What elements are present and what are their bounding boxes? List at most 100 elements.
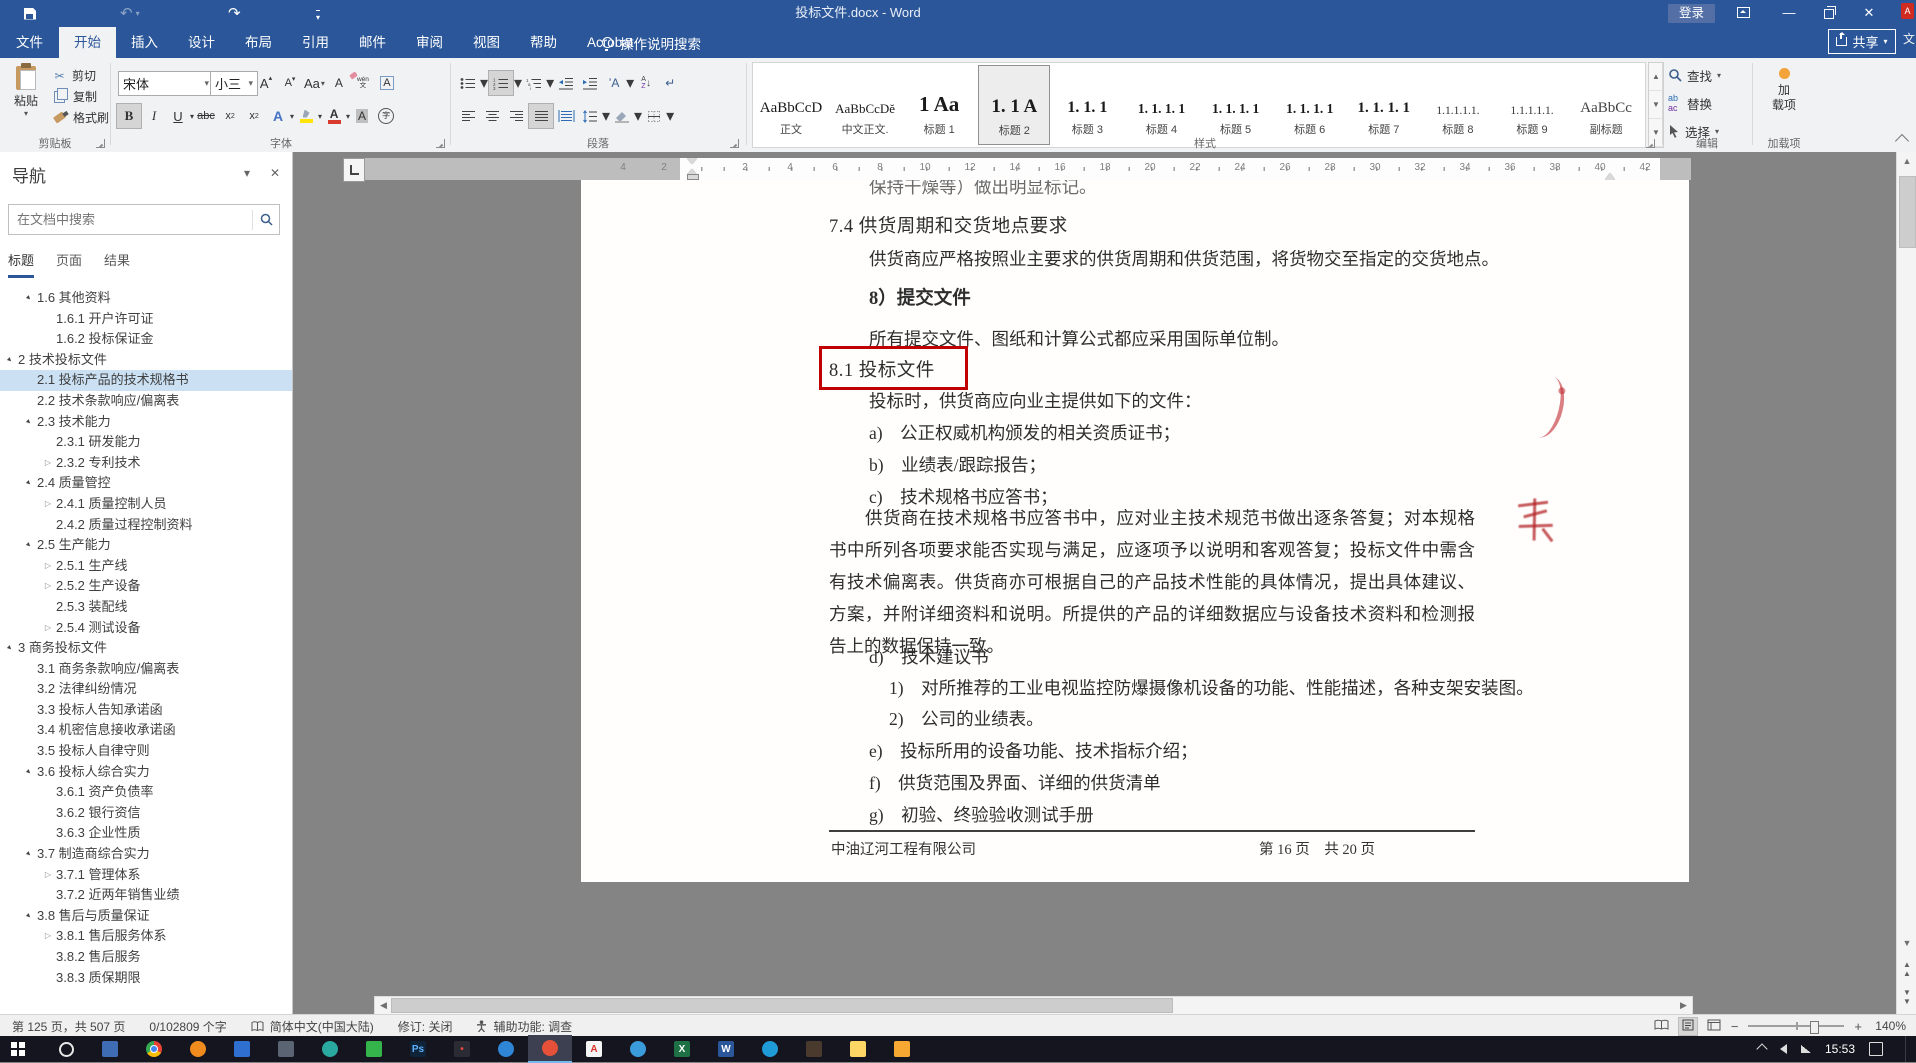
tell-me-search[interactable]: 操作说明搜索 [602,27,701,58]
nav-tab-页面[interactable]: 页面 [56,250,82,278]
style-item-副标题[interactable]: AaBbCc 副标题 [1571,65,1641,143]
ribbon-tab-文件[interactable]: 文件 [0,27,59,58]
nav-item[interactable]: ▾ 3.6 投标人综合实力 [0,762,292,783]
nav-item[interactable]: ▷ 3.8.1 售后服务体系 [0,926,292,947]
document-page[interactable]: 保持干燥等）做出明显标记。 7.4 供货周期和交货地点要求 供货商应严格按照业主要求… [581,180,1689,882]
nav-search-input[interactable] [9,212,252,227]
scroll-up-icon[interactable]: ▲ [1897,156,1916,166]
character-shading-button[interactable]: A [350,104,374,128]
nav-item[interactable]: ▾ 2.3 技术能力 [0,412,292,433]
styles-scroll-down-icon[interactable]: ▼ [1649,91,1663,119]
app-edge[interactable] [748,1036,792,1062]
style-item-标题 9[interactable]: 1.1.1.1.1. 标题 9 [1497,65,1567,143]
expand-arrow-icon[interactable]: ▷ [40,576,56,597]
start-button[interactable] [0,1036,44,1062]
restore-button[interactable] [1812,0,1846,26]
nav-item[interactable]: 1.6.1 开户许可证 [0,309,292,330]
bullets-button[interactable] [456,71,480,95]
accessibility-indicator[interactable]: 辅助功能: 调查 [464,1015,584,1037]
expand-arrow-icon[interactable]: ▷ [40,556,56,577]
font-dialog-launcher[interactable] [436,139,445,148]
superscript-button[interactable]: x2 [242,104,266,128]
nav-item[interactable]: 3.2 法律纠纷情况 [0,679,292,700]
expand-arrow-icon[interactable]: ▷ [40,453,56,474]
copy-button[interactable]: 复制 [52,86,109,107]
zoom-slider-thumb[interactable] [1810,1021,1820,1034]
nav-item[interactable]: 3.8.3 质保期限 [0,968,292,989]
app-wechat[interactable] [352,1036,396,1062]
vertical-scroll-thumb[interactable] [1899,176,1916,248]
expand-arrow-icon[interactable]: ▷ [40,618,56,639]
nav-item[interactable]: 3.1 商务条款响应/偏离表 [0,659,292,680]
ribbon-tab-设计[interactable]: 设计 [173,27,230,58]
distribute-text-button[interactable] [554,104,578,128]
page-indicator[interactable]: 第 125 页，共 507 页 [0,1015,137,1037]
scroll-down-icon[interactable]: ▼ [1897,938,1916,948]
nav-item[interactable]: ▾ 3.8 售后与质量保证 [0,906,292,927]
nav-close-icon[interactable]: ✕ [270,166,280,180]
ribbon-tab-开始[interactable]: 开始 [59,27,116,58]
shrink-font-button[interactable]: A ▾ [278,71,302,95]
paste-button[interactable]: 粘贴 ▾ [4,63,48,137]
nav-item[interactable]: ▷ 2.5.4 测试设备 [0,618,292,639]
expand-arrow-icon[interactable]: ▷ [40,494,56,515]
word-count[interactable]: 0/102809 个字 [137,1015,238,1037]
app-word[interactable]: W [704,1036,748,1062]
nav-item[interactable]: 3.7.2 近两年销售业绩 [0,885,292,906]
read-mode-button[interactable] [1654,1019,1669,1034]
app-pdf-reader[interactable]: A [572,1036,616,1062]
decrease-indent-button[interactable] [554,71,578,95]
app-folder-orange[interactable] [880,1036,924,1062]
sort-button[interactable]: A Z ↓ [634,71,658,95]
nav-item[interactable]: 3.6.2 银行资信 [0,803,292,824]
show-desktop-button[interactable] [1905,1036,1910,1062]
nav-search-box[interactable] [8,204,280,235]
zoom-out-button[interactable]: − [1731,1019,1739,1034]
app-gray-tool[interactable] [264,1036,308,1062]
nav-item[interactable]: ▾ 3 商务投标文件 [0,638,292,659]
change-case-button[interactable]: Aa ▾ [302,71,327,95]
nav-item[interactable]: 3.8.2 售后服务 [0,947,292,968]
justify-button[interactable] [528,103,554,129]
nav-item[interactable]: ▾ 2.4 质量管控 [0,473,292,494]
strikethrough-button[interactable]: abc [194,104,218,128]
ribbon-tab-插入[interactable]: 插入 [116,27,173,58]
align-left-button[interactable] [456,104,480,128]
taskbar-clock[interactable]: 15:53 [1825,1042,1855,1056]
style-item-标题 1[interactable]: 1 Aa 标题 1 [904,65,974,143]
web-layout-button[interactable] [1707,1019,1721,1034]
highlight-color-button[interactable] [294,104,318,128]
style-item-标题 4[interactable]: 1. 1. 1. 1 标题 4 [1127,65,1197,143]
nav-item[interactable]: ▾ 1.6 其他资料 [0,288,292,309]
nav-tab-结果[interactable]: 结果 [104,250,130,278]
enclose-characters-button[interactable]: 字 [374,104,398,128]
nav-item[interactable]: ▾ 2.5 生产能力 [0,535,292,556]
subscript-button[interactable]: x2 [218,104,242,128]
nav-item[interactable]: ▾ 2 技术投标文件 [0,350,292,371]
ribbon-tab-引用[interactable]: 引用 [287,27,344,58]
close-button[interactable]: ✕ [1852,0,1886,26]
nav-search-icon[interactable] [252,209,279,230]
character-border-button[interactable]: A [375,71,399,95]
collapse-ribbon-icon[interactable] [1894,133,1910,149]
scroll-right-icon[interactable]: ▶ [1675,1000,1692,1011]
volume-icon[interactable] [1779,1044,1787,1054]
nav-item[interactable]: 3.3 投标人告知承诺函 [0,700,292,721]
scroll-left-icon[interactable]: ◀ [375,1000,392,1011]
multilevel-list-button[interactable]: 1ai [522,71,546,95]
ribbon-tab-布局[interactable]: 布局 [230,27,287,58]
style-item-标题 5[interactable]: 1. 1. 1. 1 标题 5 [1201,65,1271,143]
text-effects-button[interactable]: A [266,104,290,128]
font-name-combobox[interactable]: 宋体 ▾ [118,71,214,96]
app-task-view[interactable] [88,1036,132,1062]
align-center-button[interactable] [480,104,504,128]
grow-font-button[interactable]: A ▴ [254,71,278,95]
ribbon-tab-审阅[interactable]: 审阅 [401,27,458,58]
right-indent-marker[interactable] [1605,173,1615,180]
font-size-combobox[interactable]: 小三 ▾ [210,71,258,96]
underline-button[interactable]: U [166,104,190,128]
zoom-level[interactable]: 140% [1872,1019,1906,1033]
app-blue-circle[interactable] [484,1036,528,1062]
nav-item[interactable]: 3.6.1 资产负债率 [0,782,292,803]
nav-item[interactable]: 2.3.1 研发能力 [0,432,292,453]
